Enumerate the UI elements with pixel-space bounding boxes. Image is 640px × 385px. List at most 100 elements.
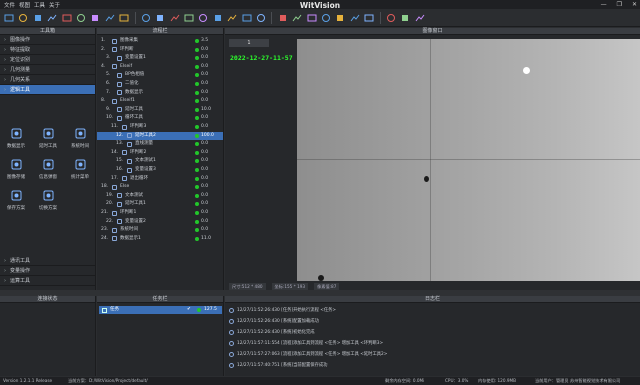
- pen-icon[interactable]: [255, 12, 267, 24]
- window-controls: — ❐ ✕: [601, 0, 637, 9]
- flow-row[interactable]: 13. 直线测量 0.0: [97, 140, 223, 148]
- tool-clock[interactable]: 系统时间: [64, 128, 96, 149]
- rect-icon[interactable]: [154, 12, 166, 24]
- blank-icon[interactable]: [61, 12, 73, 24]
- flow-row[interactable]: 5. BP色相值 0.0: [97, 71, 223, 79]
- tool-stats[interactable]: 统计菜单: [64, 159, 96, 180]
- flow-row[interactable]: 17. 退出循环 0.0: [97, 175, 223, 183]
- flow-row[interactable]: 18. Else 0.0: [97, 183, 223, 191]
- flow-row[interactable]: 6. 二值化 0.0: [97, 80, 223, 88]
- category-item[interactable]: › 逻辑工具: [0, 85, 95, 95]
- log-info-icon: [229, 318, 234, 324]
- image-icon[interactable]: [197, 12, 209, 24]
- flow-row-number: 13.: [116, 141, 124, 147]
- flow-row[interactable]: 22. 变量设置2 0.0: [97, 218, 223, 226]
- flow-row[interactable]: 21. 环判断1 0.0: [97, 209, 223, 217]
- flow-row[interactable]: 8. Elseif1 0.0: [97, 97, 223, 105]
- sync-icon[interactable]: [89, 12, 101, 24]
- flow-row-label: 退出循环: [130, 175, 148, 181]
- tool-display[interactable]: 数据显示: [0, 128, 32, 149]
- flow-row[interactable]: 1. 图像采集 3.5: [97, 37, 223, 45]
- eye-icon[interactable]: [169, 12, 181, 24]
- flow-row-number: 15.: [116, 158, 124, 164]
- log-entry: 12/27/11:52:26:430 [系统]初始化完成: [229, 327, 315, 337]
- toolbox-icon[interactable]: [75, 12, 87, 24]
- circle-icon[interactable]: [306, 12, 318, 24]
- menu-view[interactable]: 视图: [19, 1, 30, 9]
- category-item[interactable]: › 定位识别: [0, 55, 95, 65]
- flow-row[interactable]: 15. 文本测试1 0.0: [97, 157, 223, 165]
- flow-row[interactable]: 3. 变量设置1 0.0: [97, 54, 223, 62]
- minimize-icon[interactable]: —: [601, 1, 607, 8]
- tool-switch-scheme[interactable]: 切换方案: [32, 190, 64, 211]
- tool-info[interactable]: 信息弹窗: [32, 159, 64, 180]
- tool-delay[interactable]: 延时工具: [32, 128, 64, 149]
- grid-icon[interactable]: [349, 12, 361, 24]
- save-icon[interactable]: [32, 12, 44, 24]
- close-icon[interactable]: ✕: [632, 1, 637, 8]
- flow-row[interactable]: 9. 延时工具 10.0: [97, 106, 223, 114]
- flow-row[interactable]: 7. 数据显示 0.0: [97, 89, 223, 97]
- menu-about[interactable]: 关于: [49, 1, 60, 9]
- flow-row[interactable]: 14. 环判断2 0.0: [97, 149, 223, 157]
- tool-image-save[interactable]: 图像存储: [0, 159, 32, 180]
- task-row[interactable]: 任务 ✔ 127.5: [99, 306, 222, 314]
- monitor-icon[interactable]: [3, 12, 15, 24]
- flow-row[interactable]: 20. 延时工具1 0.0: [97, 200, 223, 208]
- toolbar-separator: [271, 11, 273, 24]
- flow-row[interactable]: 23. 系统时间 0.0: [97, 226, 223, 234]
- flow-row-time: 0.0: [201, 192, 209, 198]
- task-check-icon[interactable]: ✔: [187, 306, 191, 314]
- flow-row[interactable]: 19. 文本测试 0.0: [97, 192, 223, 200]
- stop-icon[interactable]: [140, 12, 152, 24]
- chart-icon[interactable]: [241, 12, 253, 24]
- menu-tools[interactable]: 工具: [34, 1, 45, 9]
- flow-row-label: 环判断: [120, 46, 134, 52]
- category-item[interactable]: › 通讯工具: [0, 256, 96, 266]
- flow-row-time: 0.0: [201, 115, 209, 121]
- blank-icon[interactable]: [320, 12, 332, 24]
- blank-icon[interactable]: [385, 12, 397, 24]
- category-item[interactable]: › 几何关系: [0, 75, 95, 85]
- bracket-icon[interactable]: [414, 12, 426, 24]
- folder-open-icon[interactable]: [17, 12, 29, 24]
- status-dot: [195, 116, 199, 121]
- chart-icon[interactable]: [212, 12, 224, 24]
- restore-icon[interactable]: ❐: [617, 1, 622, 8]
- menu-file[interactable]: 文件: [4, 1, 15, 9]
- ruler-icon[interactable]: [277, 12, 289, 24]
- flow-row-time: 0.0: [201, 72, 209, 78]
- square-icon[interactable]: [291, 12, 303, 24]
- connection-panel: 连接状态: [0, 296, 96, 376]
- category-item[interactable]: › 特征提取: [0, 45, 95, 55]
- image-tab[interactable]: 1: [229, 39, 269, 47]
- flow-row-number: 4.: [101, 63, 106, 69]
- blank-icon[interactable]: [183, 12, 195, 24]
- tool-save-scheme[interactable]: 保存方案: [0, 190, 32, 211]
- category-item[interactable]: › 几何测量: [0, 65, 95, 75]
- status-dot: [195, 159, 199, 164]
- tool-icon: [112, 38, 117, 44]
- flow-row[interactable]: 24. 数据显示1 11.0: [97, 235, 223, 243]
- category-item[interactable]: › 变量操作: [0, 266, 96, 276]
- pie-icon[interactable]: [104, 12, 116, 24]
- bars-icon[interactable]: [226, 12, 238, 24]
- blank-icon[interactable]: [46, 12, 58, 24]
- category-item[interactable]: › 图像操作: [0, 35, 95, 45]
- flow-row[interactable]: 2. 环判断 0.0: [97, 46, 223, 54]
- flow-row-number: 5.: [106, 72, 111, 78]
- flow-row[interactable]: 12. 延时工具2 100.0: [97, 131, 223, 140]
- camera-image[interactable]: [297, 39, 640, 281]
- flow-row[interactable]: 4. Elseif 0.0: [97, 63, 223, 71]
- flow-row[interactable]: 16. 变量设置3 0.0: [97, 166, 223, 174]
- line-icon[interactable]: [334, 12, 346, 24]
- square-icon[interactable]: [399, 12, 411, 24]
- flow-row[interactable]: 11. 环判断3 0.0: [97, 123, 223, 131]
- status-dot: [195, 202, 199, 207]
- flow-row[interactable]: 10. 循环工具 0.0: [97, 114, 223, 122]
- blank-icon[interactable]: [118, 12, 130, 24]
- category-item[interactable]: › 运算工具: [0, 276, 96, 286]
- clock-icon: [75, 128, 86, 141]
- flow-row-label: 系统时间: [120, 227, 138, 233]
- panel-icon[interactable]: [363, 12, 375, 24]
